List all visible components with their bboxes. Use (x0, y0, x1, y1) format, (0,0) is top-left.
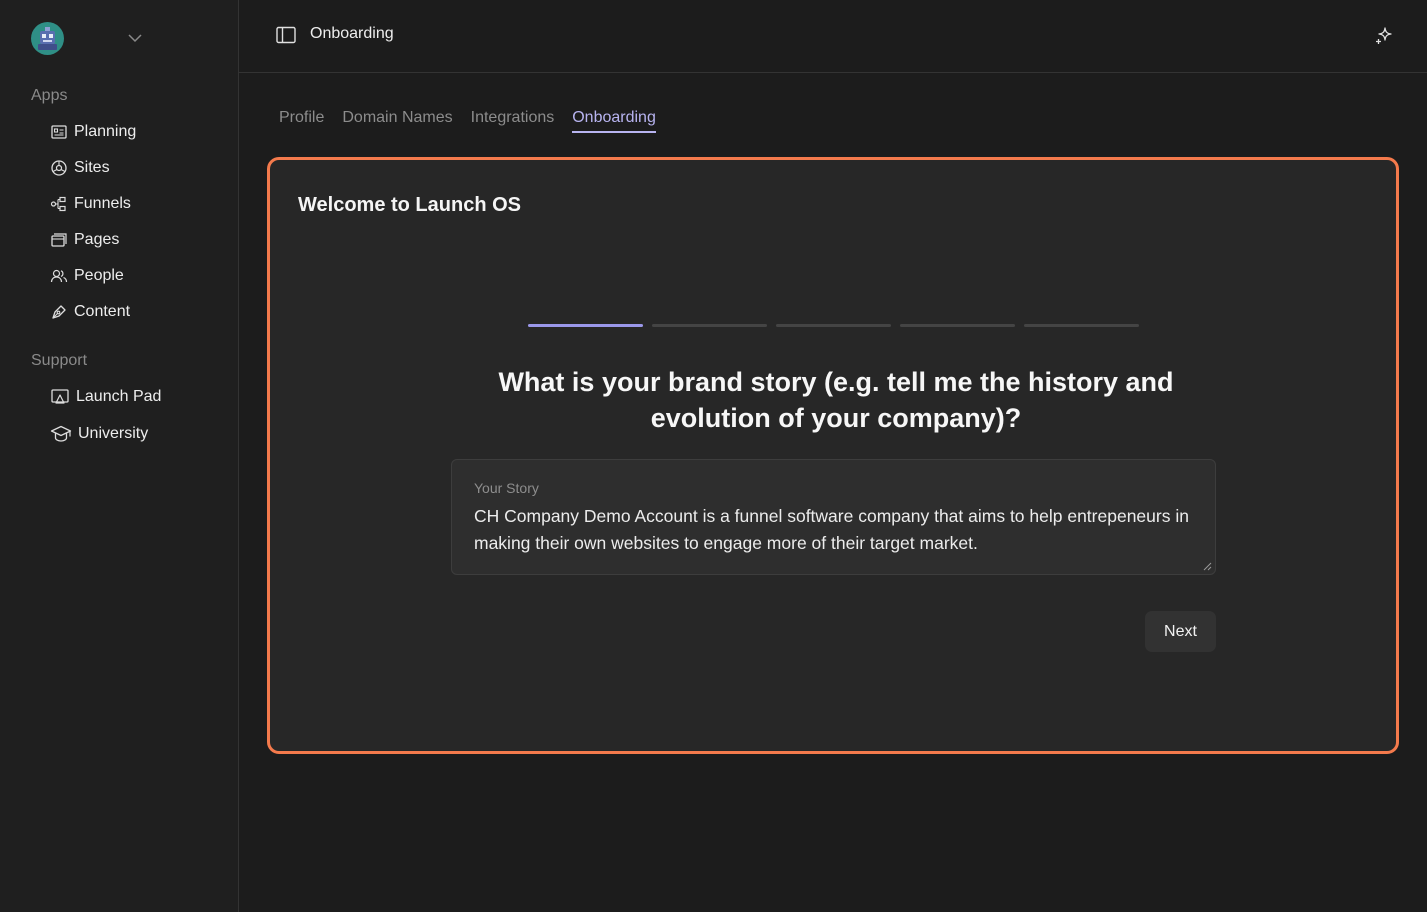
tab-profile[interactable]: Profile (279, 109, 324, 133)
sidebar-item-funnels[interactable]: Funnels (50, 191, 220, 217)
tab-onboarding[interactable]: Onboarding (572, 109, 656, 133)
card-title: Welcome to Launch OS (298, 194, 521, 216)
question-heading: What is your brand story (e.g. tell me t… (436, 364, 1236, 436)
support-section-label: Support (31, 352, 88, 369)
story-field[interactable]: Your Story CH Company Demo Account is a … (451, 459, 1216, 575)
sidebar-item-label: Content (74, 303, 131, 320)
sidebar-item-label: Pages (74, 231, 120, 248)
tab-integrations[interactable]: Integrations (471, 109, 555, 133)
app-root: Apps Planning Sites Funnels Pages People… (0, 0, 1427, 912)
sidebar-item-pages[interactable]: Pages (50, 227, 220, 253)
people-icon (50, 269, 68, 283)
sidebar-item-label: Launch Pad (76, 388, 162, 405)
sidebar-item-university[interactable]: University (50, 421, 220, 447)
settings-tabs: Profile Domain Names Integrations Onboar… (279, 109, 656, 133)
tab-domain-names[interactable]: Domain Names (342, 109, 452, 133)
onboarding-card: Welcome to Launch OS What is your brand … (267, 157, 1399, 754)
sidebar-item-label: University (78, 425, 149, 442)
sidebar-item-sites[interactable]: Sites (50, 155, 220, 181)
workspace-avatar-icon[interactable] (31, 22, 64, 55)
sidebar-item-label: Funnels (74, 195, 131, 212)
sidebar-item-people[interactable]: People (50, 263, 220, 289)
university-icon (50, 425, 72, 442)
sidebar-toggle-icon[interactable] (276, 26, 296, 44)
progress-step (528, 324, 643, 327)
progress-step (776, 324, 891, 327)
launch-pad-icon (51, 389, 69, 404)
top-bar: Onboarding (239, 0, 1427, 73)
pages-icon (51, 233, 67, 247)
progress-step (1024, 324, 1139, 327)
sidebar: Apps Planning Sites Funnels Pages People… (0, 0, 239, 912)
sidebar-item-launch-pad[interactable]: Launch Pad (50, 384, 220, 410)
resize-handle-icon[interactable] (1202, 561, 1212, 571)
sidebar-item-label: Sites (74, 159, 110, 176)
story-field-label: Your Story (474, 480, 539, 496)
story-textarea[interactable]: CH Company Demo Account is a funnel soft… (474, 503, 1194, 557)
sidebar-item-label: People (74, 267, 124, 284)
chevron-down-icon[interactable] (126, 30, 144, 46)
sidebar-item-content[interactable]: Content (50, 299, 220, 325)
next-button[interactable]: Next (1145, 611, 1216, 652)
progress-step (900, 324, 1015, 327)
step-progress (528, 324, 1139, 327)
question-line: What is your brand story (e.g. tell me t… (498, 367, 1174, 397)
content-icon (52, 305, 66, 319)
sparkle-icon[interactable] (1374, 26, 1394, 46)
planning-icon (51, 125, 67, 139)
page-title: Onboarding (310, 25, 394, 42)
question-line: evolution of your company)? (650, 403, 1022, 433)
funnels-icon (50, 196, 66, 212)
progress-step (652, 324, 767, 327)
apps-section-label: Apps (31, 87, 68, 104)
sidebar-item-label: Planning (74, 123, 137, 140)
sidebar-item-planning[interactable]: Planning (50, 119, 220, 145)
sites-icon (51, 160, 67, 176)
